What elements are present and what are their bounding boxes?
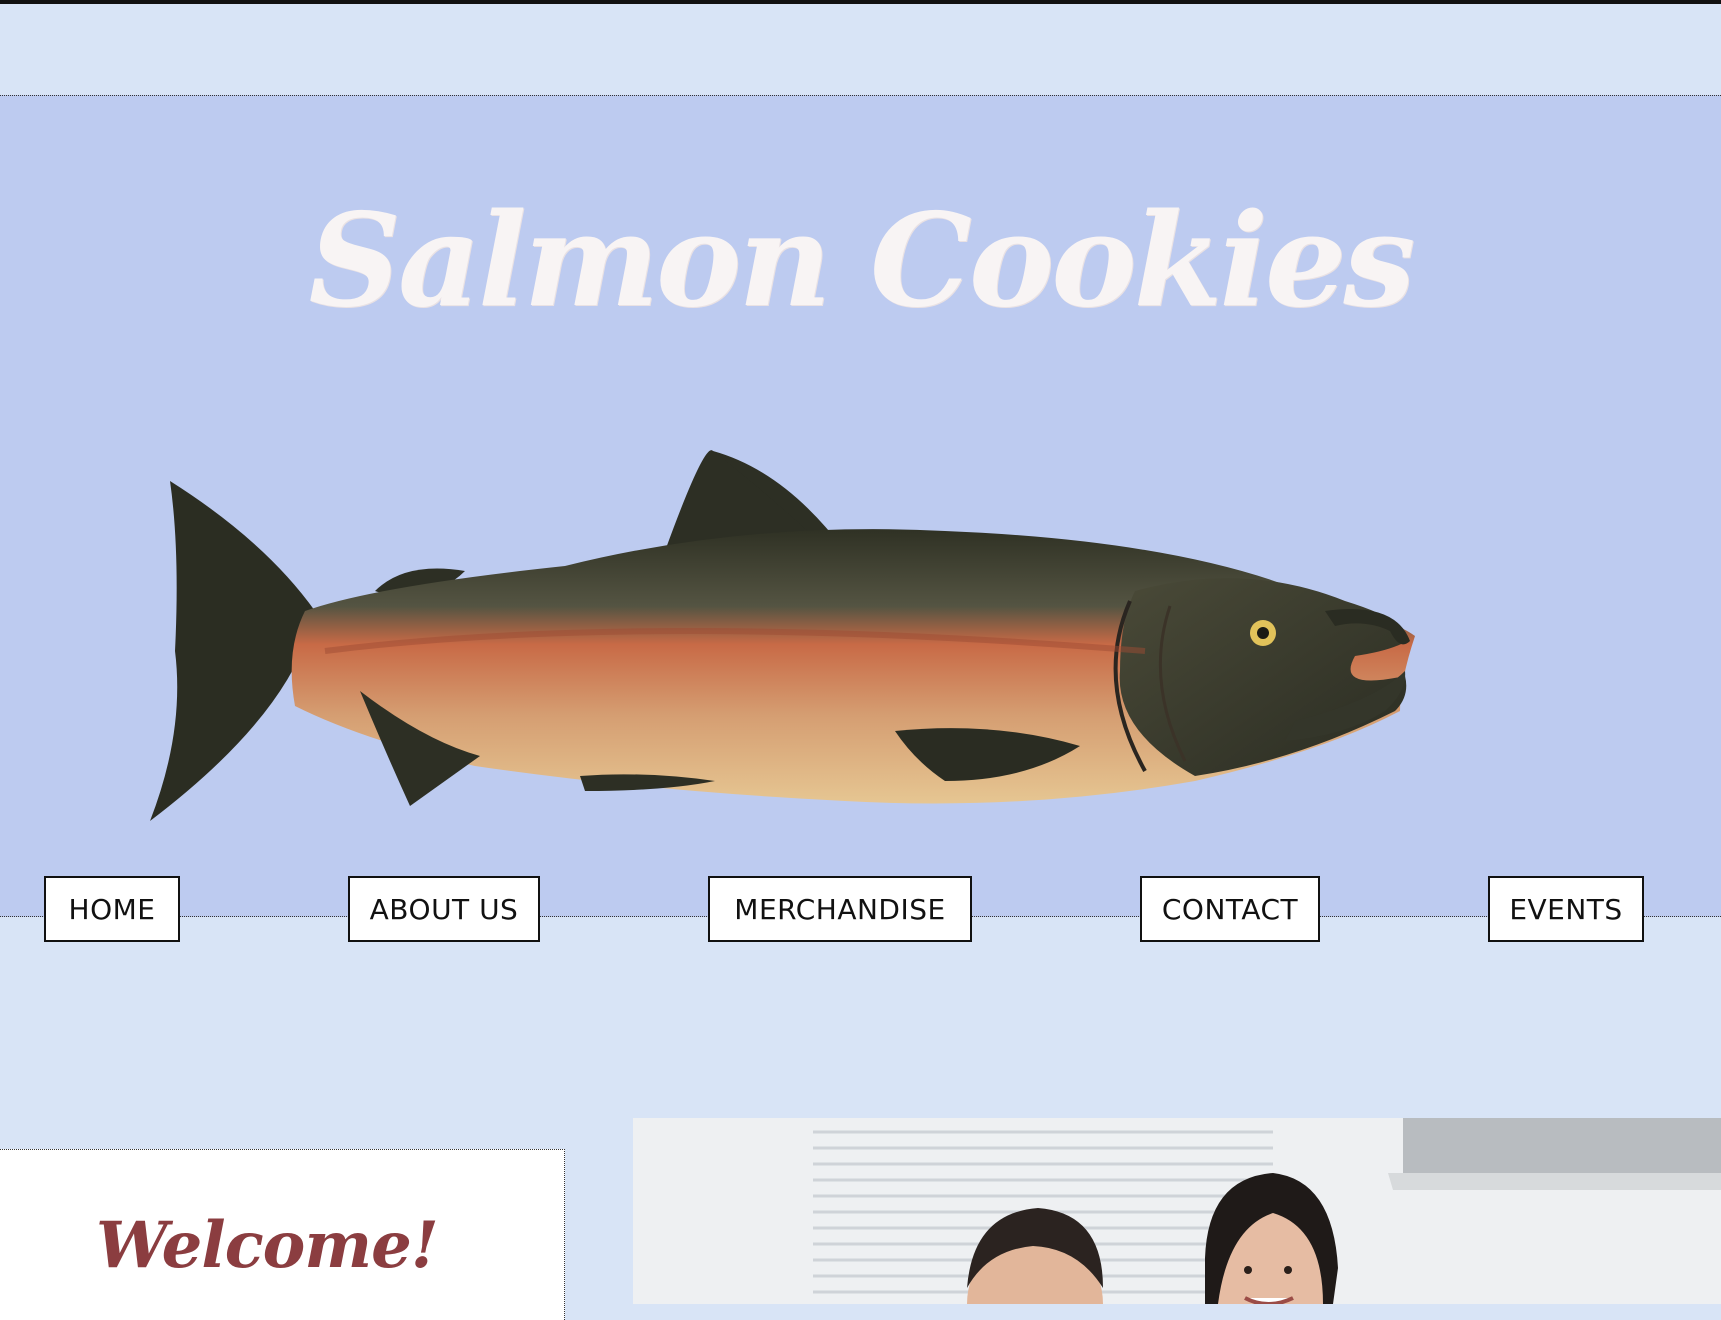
welcome-title: Welcome! [96,1208,439,1283]
hero-banner: Salmon Cookies [0,95,1721,917]
people-photo-icon [633,1118,1721,1304]
salmon-fish-illustration [150,450,1415,821]
nav-events-button[interactable]: EVENTS [1488,876,1644,942]
people-photo [633,1118,1721,1304]
main-nav: HOME ABOUT US MERCHANDISE CONTACT EVENTS [0,876,1721,948]
top-band [0,4,1721,95]
site-title: Salmon Cookies [308,186,1416,336]
nav-home-button[interactable]: HOME [44,876,180,942]
welcome-card: Welcome! [0,1149,565,1320]
nav-merchandise-button[interactable]: MERCHANDISE [708,876,972,942]
nav-contact-button[interactable]: CONTACT [1140,876,1320,942]
nav-about-us-button[interactable]: ABOUT US [348,876,540,942]
